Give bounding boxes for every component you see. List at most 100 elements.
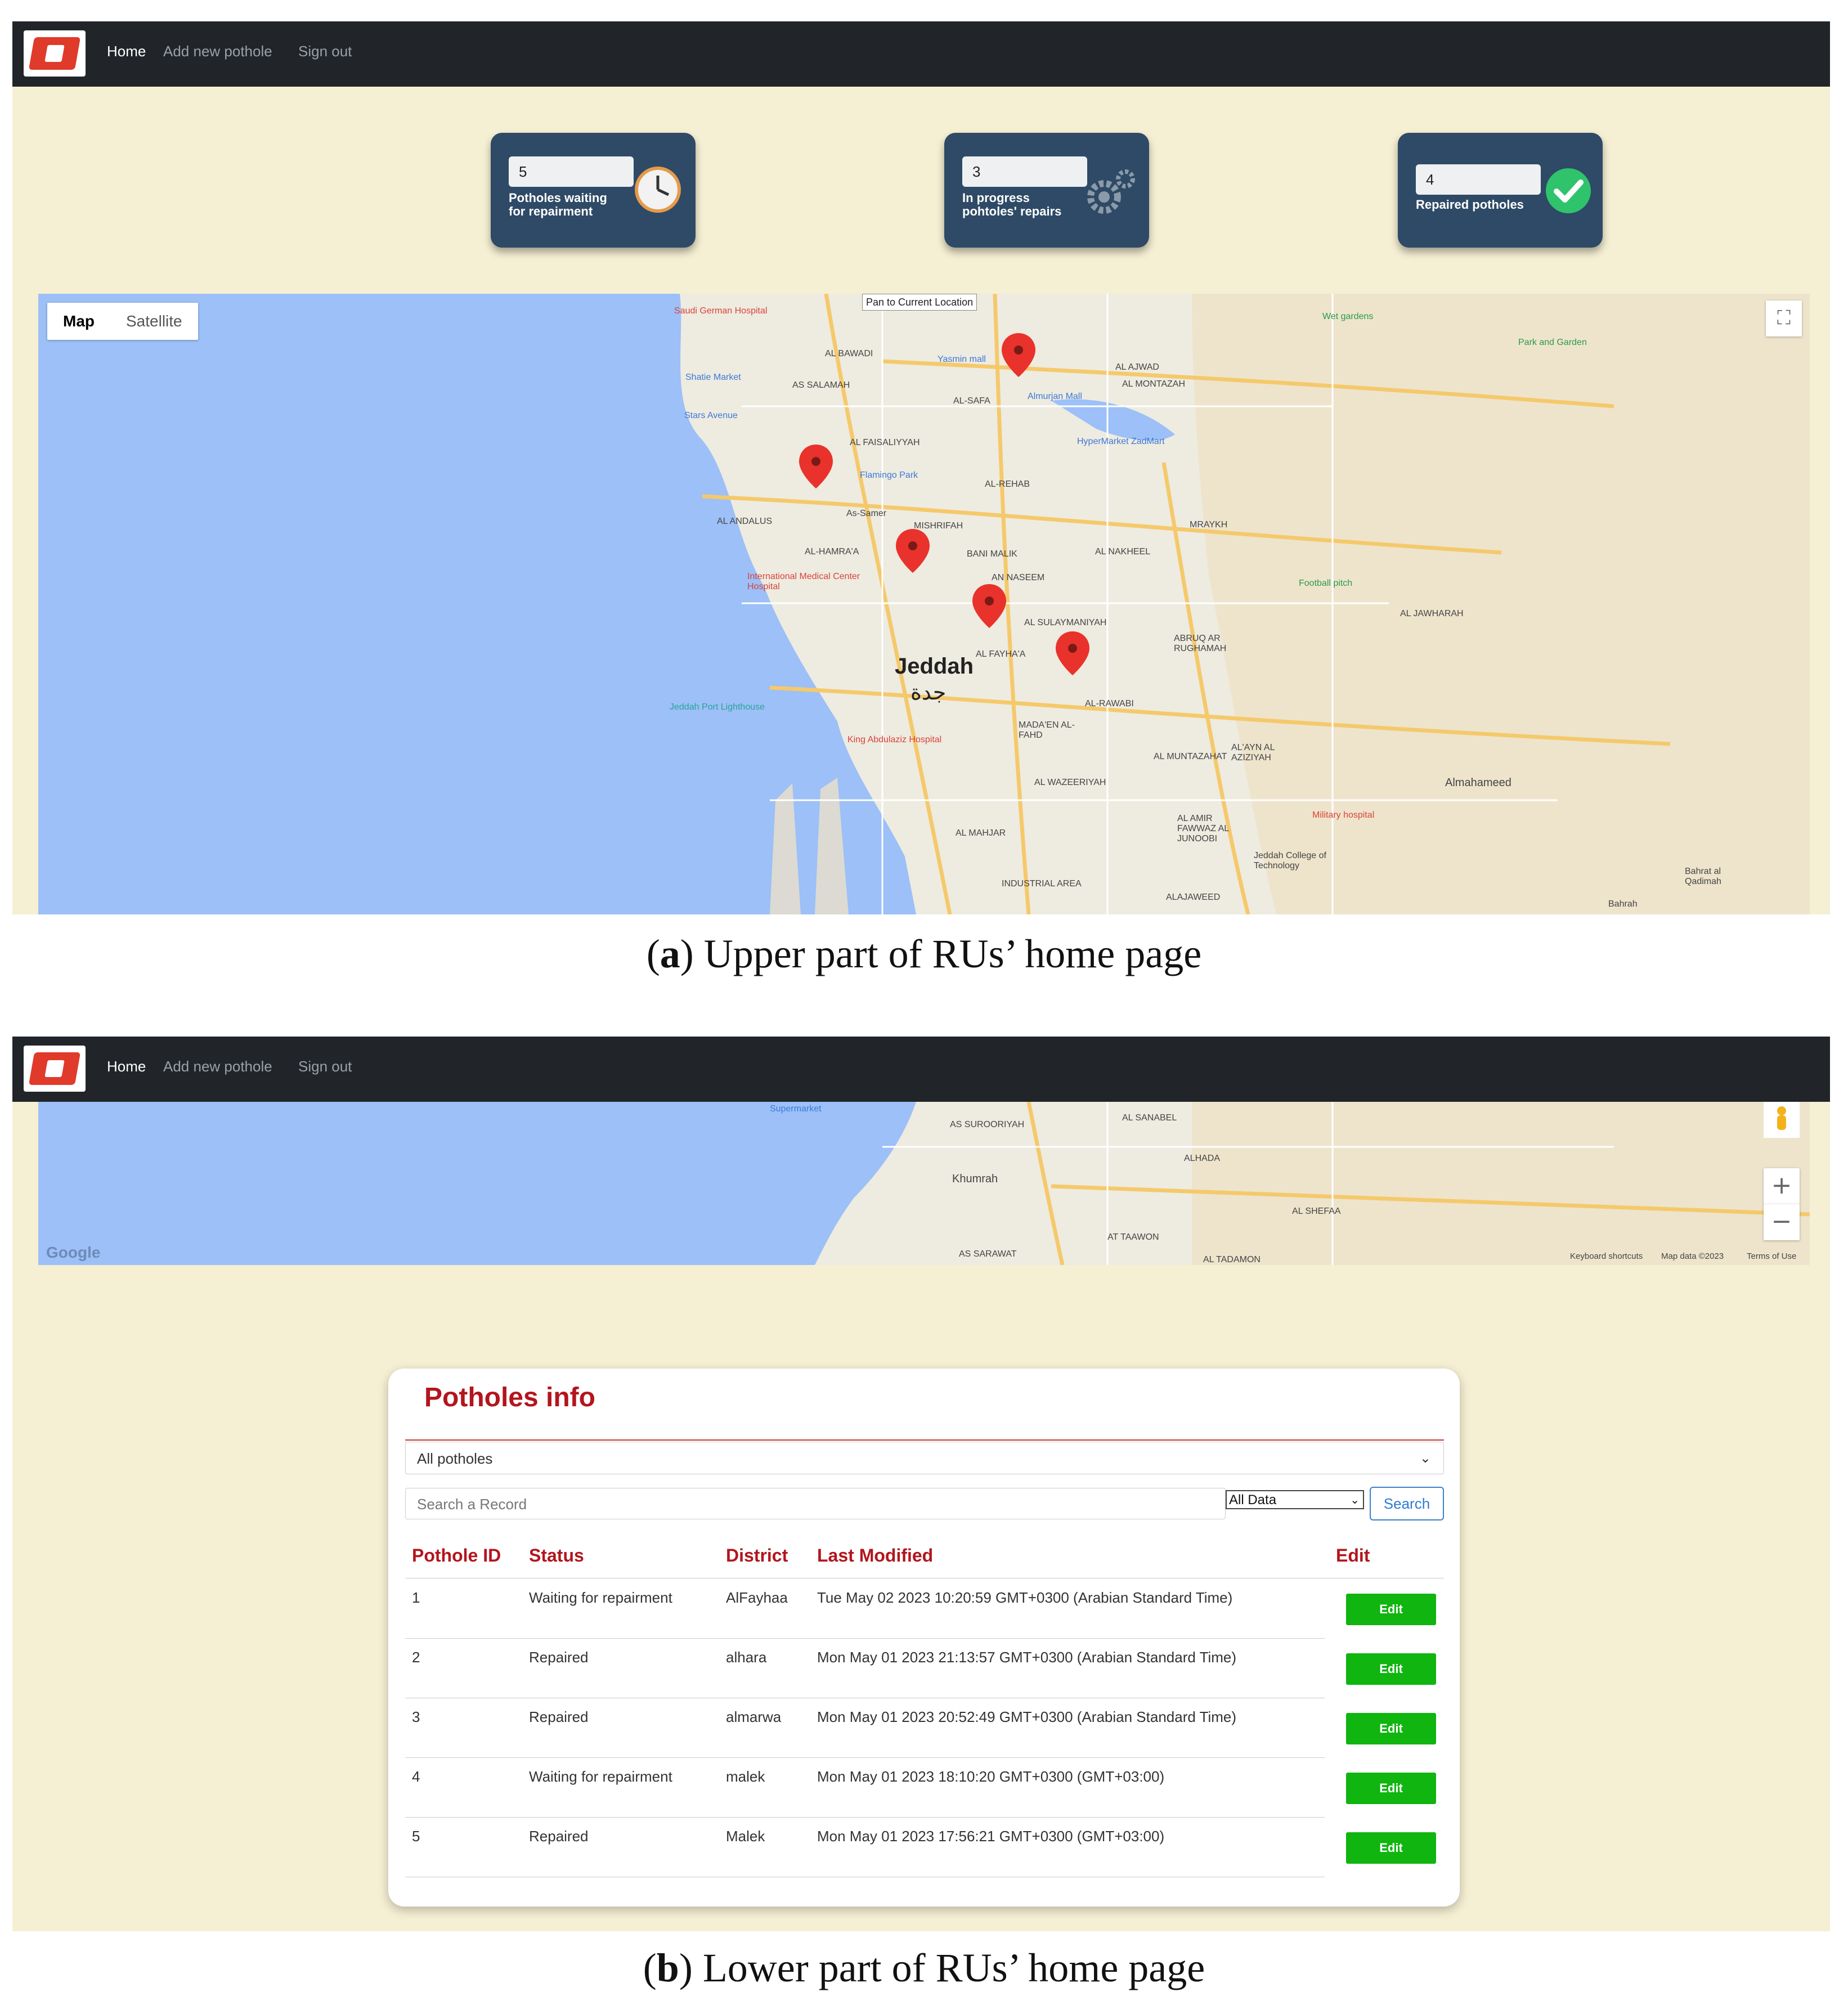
map-data-credit: Map data ©2023 <box>1661 1252 1724 1261</box>
cell-district: AlFayhaa <box>726 1589 788 1606</box>
title-divider <box>405 1439 1444 1441</box>
map-pin <box>972 584 1006 628</box>
edit-button[interactable]: Edit <box>1346 1713 1436 1744</box>
map-place: Saudi German Hospital <box>674 306 768 316</box>
terms-link[interactable]: Terms of Use <box>1747 1252 1796 1261</box>
in-progress-card: 3 In progress pohtoles' repairs <box>944 133 1149 248</box>
edit-button[interactable]: Edit <box>1346 1832 1436 1864</box>
search-input[interactable]: Search a Record <box>405 1488 1226 1519</box>
map-place: Yasmin mall <box>938 355 986 364</box>
app-logo[interactable] <box>24 1046 86 1092</box>
nav-sign-out[interactable]: Sign out <box>298 43 352 60</box>
app-logo[interactable] <box>24 30 86 77</box>
data-filter-select[interactable]: All Data ⌄ <box>1226 1490 1364 1509</box>
col-last-modified: Last Modified <box>817 1545 934 1566</box>
map-place: AS SUROORIYAH <box>950 1120 1025 1129</box>
table-row: 2 Repaired alhara Mon May 01 2023 21:13:… <box>405 1639 1444 1698</box>
map-place: AN NASEEM <box>992 573 1045 582</box>
table-row: 1 Waiting for repairment AlFayhaa Tue Ma… <box>405 1579 1444 1639</box>
map-place: AL AJWAD <box>1115 362 1159 372</box>
map-canvas <box>38 1102 1810 1265</box>
map-place: As-Samer <box>846 509 887 518</box>
cell-status: Repaired <box>529 1649 589 1666</box>
map-place: MISHRIFAH <box>914 521 963 531</box>
map-place: Almurjan Mall <box>1028 392 1082 401</box>
map-pin <box>1056 631 1089 675</box>
map-place: Jeddah Port Lighthouse <box>670 702 765 712</box>
nav-sign-out[interactable]: Sign out <box>298 1058 352 1075</box>
cell-modified: Mon May 01 2023 20:52:49 GMT+0300 (Arabi… <box>817 1708 1237 1725</box>
map-place: INDUSTRIAL AREA <box>1002 879 1082 889</box>
navbar: Home Add new pothole Sign out <box>12 1037 1830 1102</box>
search-button[interactable]: Search <box>1370 1487 1444 1520</box>
pothole-filter-select[interactable]: All potholes ⌄ <box>405 1442 1444 1474</box>
map-place: AL SHEFAA <box>1292 1206 1341 1216</box>
chevron-down-icon: ⌄ <box>1350 1494 1360 1506</box>
map-place: Stars Avenue <box>684 411 738 420</box>
map-place: Almahameed <box>1445 777 1511 789</box>
col-status: Status <box>529 1545 584 1566</box>
map-place: AL SULAYMANIYAH <box>1024 618 1107 627</box>
navbar: Home Add new pothole Sign out <box>12 21 1830 87</box>
map-upper[interactable]: Map Satellite Pan to Current Location ⛶ … <box>38 294 1810 914</box>
map-place: Bahrat al Qadimah <box>1685 867 1721 886</box>
check-icon <box>1546 168 1591 213</box>
fullscreen-icon[interactable]: ⛶ <box>1766 300 1802 337</box>
zoom-out-button[interactable]: − <box>1764 1204 1800 1240</box>
cell-status: Waiting for repairment <box>529 1768 672 1785</box>
map-place: AL MONTAZAH <box>1122 379 1186 389</box>
cell-id: 1 <box>412 1589 420 1606</box>
map-canvas <box>38 294 1810 914</box>
gears-icon <box>1087 169 1135 214</box>
map-place: AL BAWADI <box>825 349 873 358</box>
map-place: AL-HAMRA'A <box>805 547 859 557</box>
waiting-count: 5 <box>509 156 634 187</box>
map-place: Wet gardens <box>1322 312 1374 321</box>
map-place: Bahrah <box>1608 899 1638 909</box>
cell-district: malek <box>726 1768 765 1785</box>
edit-button[interactable]: Edit <box>1346 1773 1436 1804</box>
potholes-info-title: Potholes info <box>424 1383 595 1412</box>
map-type-satellite[interactable]: Satellite <box>110 303 198 340</box>
cell-id: 5 <box>412 1828 420 1845</box>
map-place: AL JAWHARAH <box>1400 609 1464 618</box>
in-progress-label: In progress pohtoles' repairs <box>962 191 1062 218</box>
map-place: Supermarket <box>770 1104 822 1114</box>
map-type-map[interactable]: Map <box>47 303 110 340</box>
edit-button[interactable]: Edit <box>1346 1653 1436 1685</box>
nav-add-pothole[interactable]: Add new pothole <box>163 43 272 60</box>
home-page-lower: Home Add new pothole Sign out Supermarke… <box>12 1037 1830 1931</box>
cell-modified: Tue May 02 2023 10:20:59 GMT+0300 (Arabi… <box>817 1589 1233 1606</box>
map-place: King Abdulaziz Hospital <box>847 735 942 744</box>
map-lower[interactable]: Supermarket AS SUROORIYAH Khumrah AS SAR… <box>38 1102 1810 1265</box>
city-label: Jeddah <box>895 654 974 679</box>
col-district: District <box>726 1545 788 1566</box>
map-place: Military hospital <box>1312 810 1375 820</box>
home-page-upper: Home Add new pothole Sign out 5 Potholes… <box>12 21 1830 914</box>
pan-to-location-button[interactable]: Pan to Current Location <box>862 294 977 311</box>
nav-home[interactable]: Home <box>107 1058 146 1075</box>
repaired-label: Repaired potholes <box>1416 198 1524 212</box>
map-place: AL NAKHEEL <box>1095 547 1151 557</box>
map-place: AL FAYHA'A <box>976 649 1026 659</box>
select-value: All potholes <box>417 1450 493 1467</box>
zoom-in-button[interactable]: + <box>1764 1168 1800 1204</box>
map-place: AS SARAWAT <box>959 1249 1017 1259</box>
cell-id: 3 <box>412 1708 420 1725</box>
map-place: HyperMarket ZadMart <box>1077 437 1165 446</box>
map-place: MRAYKH <box>1190 520 1228 530</box>
map-place: AL WAZEERIYAH <box>1034 778 1106 787</box>
cell-district: alhara <box>726 1649 767 1666</box>
edit-button[interactable]: Edit <box>1346 1594 1436 1625</box>
caption-a: (a) Upper part of RUs’ home page <box>646 931 1202 976</box>
map-place: BANI MALIK <box>967 549 1017 559</box>
map-pin <box>799 445 833 488</box>
repaired-card: 4 Repaired potholes <box>1398 133 1603 248</box>
nav-add-pothole[interactable]: Add new pothole <box>163 1058 272 1075</box>
map-place: International Medical Center Hospital <box>747 572 860 591</box>
map-place: ALAJAWEED <box>1166 892 1221 902</box>
keyboard-shortcuts-link[interactable]: Keyboard shortcuts <box>1570 1252 1643 1261</box>
street-view-icon[interactable] <box>1764 1102 1800 1138</box>
nav-home[interactable]: Home <box>107 43 146 60</box>
cell-modified: Mon May 01 2023 21:13:57 GMT+0300 (Arabi… <box>817 1649 1237 1666</box>
